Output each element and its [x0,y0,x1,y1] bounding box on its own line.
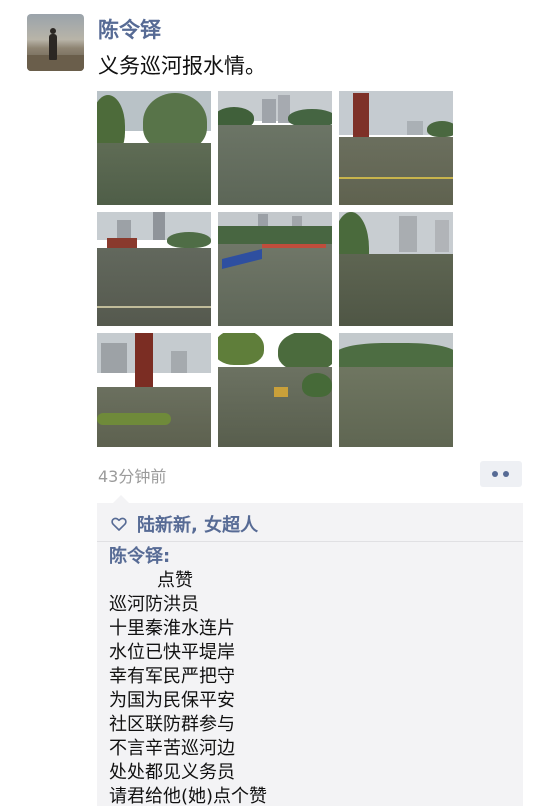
heart-outline-icon [111,516,127,532]
comment-line: 幸有军民严把守 [109,666,235,687]
comment-author[interactable]: 陈令铎: [109,545,509,569]
likes-row: 陆新新, 女超人 [111,511,258,537]
photo-4[interactable] [97,212,211,326]
photo-6[interactable] [339,212,453,326]
photo-3[interactable] [339,91,453,205]
comment-line: 社区联防群参与 [109,714,235,735]
comment-line: 为国为民保平安 [109,690,235,711]
more-dot-icon [492,471,498,477]
photo-grid [97,91,454,448]
photo-8[interactable] [218,333,332,447]
more-dot-icon [503,471,509,477]
comment-line: 点赞 [157,570,193,591]
likes-divider [97,541,523,542]
comment-line: 十里秦淮水连片 [109,618,235,639]
likes-names[interactable]: 陆新新, 女超人 [137,511,258,537]
comment-line: 巡河防洪员 [109,594,199,615]
avatar[interactable] [27,14,84,71]
photo-1[interactable] [97,91,211,205]
post-author-name[interactable]: 陈令铎 [98,14,161,44]
photo-5[interactable] [218,212,332,326]
more-options-button[interactable] [480,461,522,487]
post-text: 义务巡河报水情。 [98,54,266,78]
comment-line: 不言辛苦巡河边 [109,738,235,759]
photo-9[interactable] [339,333,453,447]
comment[interactable]: 陈令铎: 点赞 巡河防洪员 十里秦淮水连片 水位已快平堤岸 幸有军民严把守 为国… [109,545,509,809]
comment-box: 陆新新, 女超人 陈令铎: 点赞 巡河防洪员 十里秦淮水连片 水位已快平堤岸 幸… [97,495,523,809]
post-timestamp: 43分钟前 [98,467,167,486]
photo-2[interactable] [218,91,332,205]
comment-line: 处处都见义务员 [109,762,235,783]
avatar-figure [49,28,57,60]
comment-line: 水位已快平堤岸 [109,642,235,663]
photo-7[interactable] [97,333,211,447]
comment-line: 请君给他(她)点个赞 [109,786,268,807]
